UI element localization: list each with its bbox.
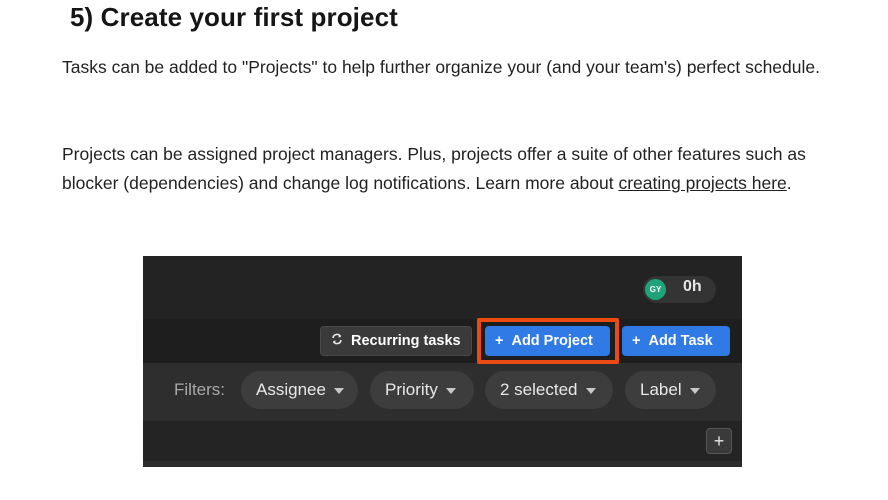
filter-status-label: 2 selected xyxy=(500,380,578,399)
intro-paragraph: Tasks can be added to "Projects" to help… xyxy=(62,57,820,77)
chevron-down-icon xyxy=(585,388,596,394)
plus-icon: + xyxy=(632,333,641,349)
content-row xyxy=(143,421,742,461)
app-screenshot: GY 0h Recurring tasks + Add Project + Ad… xyxy=(143,256,742,467)
time-total: 0h xyxy=(683,278,702,295)
chevron-down-icon xyxy=(689,388,700,394)
projects-paragraph: Projects can be assigned project manager… xyxy=(62,140,822,198)
projects-paragraph-end: . xyxy=(786,173,792,193)
content-bottom xyxy=(143,461,742,467)
recurring-tasks-button[interactable]: Recurring tasks xyxy=(320,326,472,356)
filter-label[interactable]: Label xyxy=(625,371,716,409)
plus-icon: + xyxy=(713,430,725,451)
filter-label-label: Label xyxy=(640,380,682,399)
chevron-down-icon xyxy=(333,388,344,394)
chevron-down-icon xyxy=(445,388,456,394)
repeat-icon xyxy=(331,333,343,349)
add-task-label: Add Task xyxy=(648,333,713,349)
recurring-tasks-label: Recurring tasks xyxy=(351,333,461,349)
filters-label: Filters: xyxy=(174,380,225,399)
filter-assignee-label: Assignee xyxy=(256,380,326,399)
avatar[interactable]: GY xyxy=(645,279,666,300)
filter-priority[interactable]: Priority xyxy=(370,371,474,409)
filter-assignee[interactable]: Assignee xyxy=(241,371,358,409)
creating-projects-link[interactable]: creating projects here xyxy=(618,173,786,193)
add-task-button[interactable]: + Add Task xyxy=(622,326,730,356)
add-row-button[interactable]: + xyxy=(706,428,732,454)
filter-priority-label: Priority xyxy=(385,380,438,399)
add-project-highlight xyxy=(477,318,619,364)
section-heading: 5) Create your first project xyxy=(70,2,398,32)
filter-status[interactable]: 2 selected xyxy=(485,371,613,409)
